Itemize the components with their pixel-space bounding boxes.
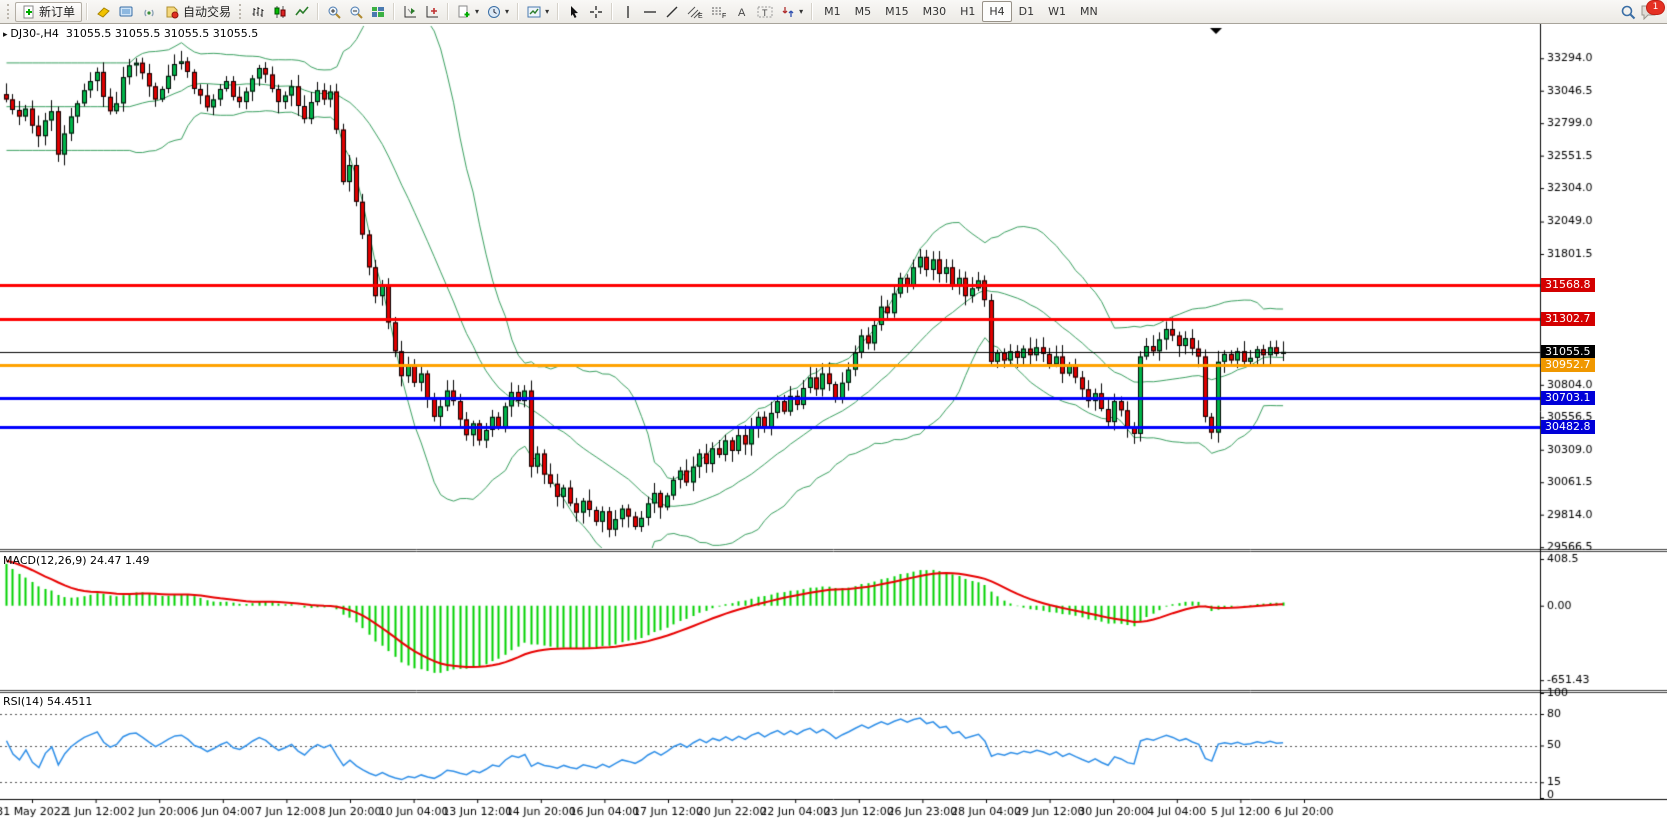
price-tag: 31055.5	[1541, 345, 1595, 359]
chevron-down-icon: ▾	[505, 7, 510, 16]
hline-button[interactable]	[639, 2, 661, 22]
tab-timeframe-d1[interactable]: D1	[1012, 1, 1041, 22]
text-a-icon: A	[738, 7, 746, 19]
new-order-icon	[23, 5, 34, 18]
bar-chart-icon	[252, 6, 264, 17]
add-indicator-icon	[458, 5, 470, 17]
objects-list-button[interactable]	[421, 2, 443, 22]
auto-trading-icon	[166, 6, 179, 18]
separator	[557, 3, 560, 20]
search-icon	[1621, 5, 1636, 19]
trendline-icon	[666, 6, 678, 17]
trendline-button[interactable]	[661, 2, 683, 22]
chart-canvas[interactable]	[0, 24, 1667, 829]
fibonacci-icon: F	[712, 7, 726, 19]
cursor-icon	[570, 5, 578, 18]
toolbar-grip	[239, 4, 243, 19]
clock-icon	[488, 5, 501, 18]
candlestick-chart-icon	[274, 5, 286, 18]
price-tag: 31568.8	[1541, 278, 1595, 292]
terminal-icon	[119, 6, 133, 16]
tab-timeframe-h4[interactable]: H4	[982, 1, 1012, 22]
crosshair-icon	[590, 5, 603, 18]
zoom-out-button[interactable]	[345, 2, 367, 22]
label-button[interactable]: T	[753, 2, 777, 22]
macd-label: MACD(12,26,9) 24.47 1.49	[3, 554, 150, 567]
auto-trading-label: 自动交易	[183, 5, 232, 19]
toolbar-grip	[7, 4, 11, 19]
chart-area: ▸ DJ30-,H4 31055.5 31055.5 31055.5 31055…	[0, 24, 1667, 829]
svg-text:A: A	[738, 7, 746, 19]
chevron-down-icon: ▾	[545, 7, 550, 16]
separator	[517, 3, 520, 20]
line-chart-button[interactable]	[291, 2, 313, 22]
new-order-button[interactable]: 新订单	[15, 1, 83, 22]
crosshair-button[interactable]	[585, 2, 607, 22]
terminal-button[interactable]	[115, 2, 138, 22]
search-button[interactable]	[1616, 2, 1640, 22]
signal-icon	[144, 9, 154, 16]
zoom-in-button[interactable]	[323, 2, 345, 22]
symbol-quote-label: ▸ DJ30-,H4 31055.5 31055.5 31055.5 31055…	[3, 27, 258, 40]
signal-button[interactable]	[138, 2, 161, 22]
separator	[447, 3, 450, 20]
periods-button[interactable]: ▾	[483, 2, 513, 22]
notifications-button[interactable]: 1	[1640, 0, 1665, 20]
arrows-button[interactable]: ▾	[777, 2, 807, 22]
tab-timeframe-m1[interactable]: M1	[817, 1, 848, 22]
add-indicator-button[interactable]: ▾	[453, 2, 483, 22]
text-button[interactable]: A	[731, 2, 753, 22]
symbol-name: DJ30-,H4	[10, 27, 59, 40]
new-order-label: 新订单	[39, 5, 76, 19]
tile-windows-button[interactable]	[367, 2, 389, 22]
tab-timeframe-w1[interactable]: W1	[1041, 1, 1073, 22]
auto-trading-button[interactable]: 自动交易	[161, 2, 235, 22]
separator	[393, 3, 396, 20]
chevron-down-icon: ▾	[799, 7, 804, 16]
zoom-in-icon	[328, 6, 341, 19]
cursor-button[interactable]	[563, 2, 585, 22]
tile-windows-icon	[372, 6, 385, 17]
rsi-label: RSI(14) 54.4511	[3, 695, 93, 708]
channel-button[interactable]: E	[683, 2, 707, 22]
zoom-out-icon	[350, 6, 363, 19]
channel-icon: E	[687, 6, 703, 19]
fibonacci-button[interactable]: F	[707, 2, 731, 22]
templates-button[interactable]: ▾	[523, 2, 553, 22]
objects-list-icon	[426, 5, 439, 17]
svg-text:E: E	[698, 13, 703, 19]
tab-timeframe-h1[interactable]: H1	[953, 1, 982, 22]
quote-values: 31055.5 31055.5 31055.5 31055.5	[65, 27, 259, 40]
separator	[317, 3, 320, 20]
svg-text:F: F	[722, 13, 726, 19]
text-label-icon: T	[757, 6, 773, 18]
notification-badge: 1	[1646, 0, 1665, 15]
indicators-button[interactable]	[399, 2, 421, 22]
vline-button[interactable]	[617, 2, 639, 22]
bar-chart-button[interactable]	[247, 2, 269, 22]
indicators-icon	[404, 5, 417, 17]
tab-timeframe-m15[interactable]: M15	[878, 1, 916, 22]
separator	[811, 3, 814, 20]
price-tag: 30952.7	[1541, 358, 1595, 372]
svg-text:T: T	[762, 8, 768, 18]
line-chart-icon	[295, 5, 309, 15]
candlestick-chart-button[interactable]	[269, 2, 291, 22]
toolbar: 新订单 自动交易 ▾ ▾ ▾ E F A T ▾ M1 M5 M15 M30 H…	[0, 0, 1667, 24]
separator	[86, 3, 89, 20]
tab-timeframe-m5[interactable]: M5	[848, 1, 879, 22]
styler-icon	[97, 6, 110, 18]
chevron-down-icon: ▾	[475, 7, 480, 16]
price-tag: 31302.7	[1541, 312, 1595, 326]
hline-icon	[644, 10, 657, 13]
price-tag: 30703.1	[1541, 391, 1595, 405]
separator	[611, 3, 614, 20]
arrows-icon	[782, 6, 794, 17]
tab-timeframe-mn[interactable]: MN	[1073, 1, 1105, 22]
templates-icon	[527, 6, 541, 17]
price-tag: 30482.8	[1541, 420, 1595, 434]
vline-icon	[627, 5, 629, 18]
styler-button[interactable]	[92, 2, 115, 22]
tab-timeframe-m30[interactable]: M30	[916, 1, 954, 22]
